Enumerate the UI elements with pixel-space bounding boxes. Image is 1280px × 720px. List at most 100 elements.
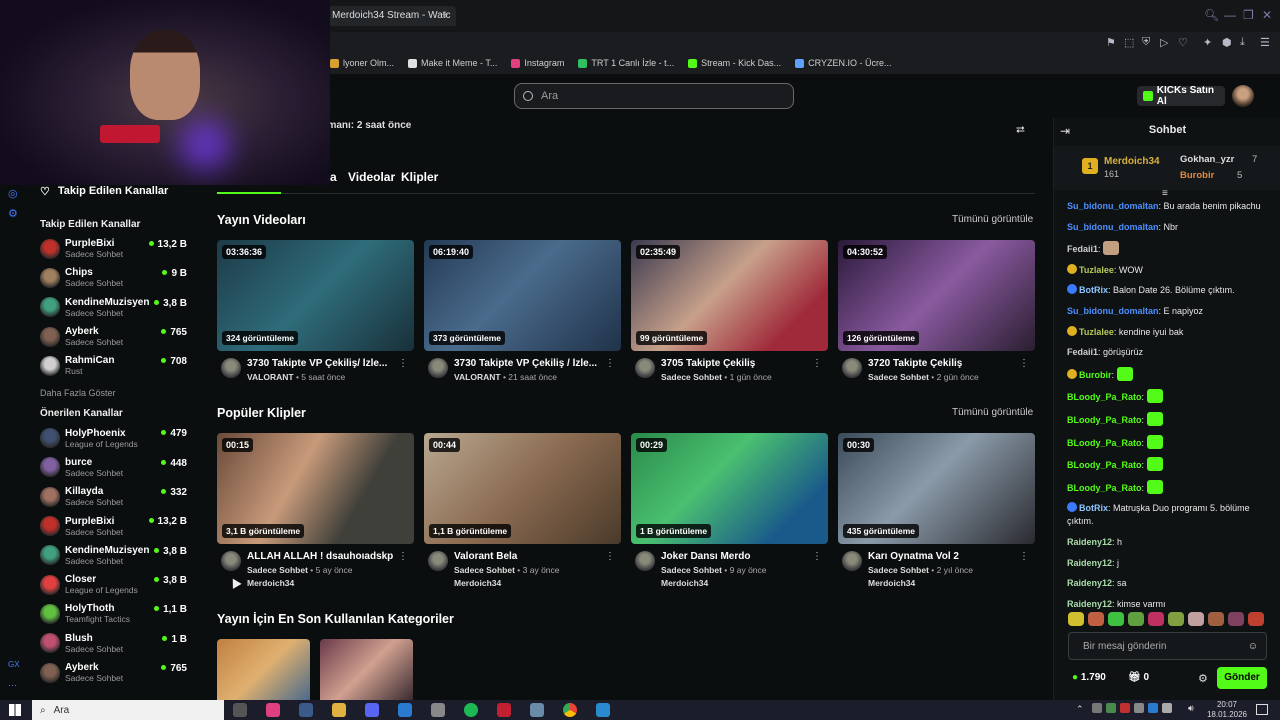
card-title[interactable]: Valorant Bela [454, 551, 604, 562]
videos-see-all-link[interactable]: Tümünü görüntüle [952, 214, 1033, 225]
task-view-icon[interactable] [233, 703, 247, 717]
more-options-icon[interactable]: ⋮ [398, 358, 408, 369]
card-author[interactable]: Merdoich34 [868, 578, 915, 588]
chat-username[interactable]: BLoody_Pa_Rato [1067, 415, 1142, 425]
restore-icon[interactable]: ❐ [1243, 8, 1254, 22]
bookmark-item[interactable]: CRYZEN.IO - Ücre... [795, 58, 891, 68]
sidebar-channel-item[interactable]: PurpleBixi Sadece Sohbet 13,2 B [28, 234, 200, 263]
chat-username[interactable]: BotRix [1079, 285, 1108, 295]
sidebar-channel-item[interactable]: KendineMuzisyen Sadece Sohbet 3,8 B [28, 293, 200, 322]
sidebar-channel-item[interactable]: HolyPhoenix League of Legends 479 [28, 423, 200, 452]
card-thumbnail[interactable]: 06:19:40 373 görüntüleme [424, 240, 621, 351]
taskbar-clock[interactable]: 20:07 18.01.2026 [1205, 700, 1249, 720]
spotify-icon[interactable] [464, 703, 478, 717]
more-options-icon[interactable]: ⋮ [605, 551, 615, 562]
card-category[interactable]: Sadece Sohbet [868, 372, 929, 382]
video-card[interactable]: 06:19:40 373 görüntüleme 3730 Takipte VP Ç… [424, 240, 621, 396]
emote-icon[interactable] [1068, 612, 1084, 626]
category-card[interactable] [320, 639, 413, 700]
chat-username[interactable]: Su_bidonu_domaltan [1067, 306, 1159, 316]
chat-username[interactable]: BLoody_Pa_Rato [1067, 438, 1142, 448]
emote-icon[interactable] [1088, 612, 1104, 626]
tray-chevron-icon[interactable]: ⌃ [1076, 704, 1084, 715]
search-input[interactable]: Ara [514, 83, 794, 109]
clip-card[interactable]: 00:29 1 B görüntüleme Joker Dansı Merdo Sad… [631, 433, 828, 589]
screenshot-icon[interactable]: ⬚ [1124, 36, 1134, 49]
pin-icon[interactable]: ⚑ [1106, 36, 1116, 49]
kicks-balance[interactable]: ● 1.790 [1072, 672, 1106, 683]
mail-icon[interactable] [398, 703, 412, 717]
heart-icon[interactable]: ♡ [1178, 36, 1188, 49]
chat-username[interactable]: BLoody_Pa_Rato [1067, 483, 1142, 493]
steam-icon[interactable] [299, 703, 313, 717]
more-options-icon[interactable]: ⋮ [1019, 551, 1029, 562]
chrome-icon[interactable] [563, 703, 577, 717]
app-icon-3[interactable] [596, 703, 610, 717]
minimize-icon[interactable]: — [1224, 8, 1236, 22]
chat-username[interactable]: Raideny12 [1067, 537, 1112, 547]
bookmark-item[interactable]: TRT 1 Canlı İzle - t... [578, 58, 674, 68]
card-thumbnail[interactable]: 04:30:52 126 görüntüleme [838, 240, 1035, 351]
sidebar-channel-item[interactable]: Blush Sadece Sohbet 1 B [28, 629, 200, 658]
channel-avatar[interactable] [428, 358, 448, 378]
sidebar-following-header[interactable]: ♡ Takip Edilen Kanallar [28, 185, 200, 198]
chat-username[interactable]: BLoody_Pa_Rato [1067, 460, 1142, 470]
sidebar-channel-item[interactable]: Killayda Sadece Sohbet 332 [28, 482, 200, 511]
tray-icon[interactable] [1134, 703, 1144, 713]
show-more-link[interactable]: Daha Fazla Göster [28, 388, 200, 398]
card-thumbnail[interactable]: 00:44 1,1 B görüntüleme [424, 433, 621, 544]
sidebar-channel-item[interactable]: burce Sadece Sohbet 448 [28, 453, 200, 482]
chat-username[interactable]: Raideny12 [1067, 599, 1112, 609]
emote-icon[interactable] [1108, 612, 1124, 626]
more-options-icon[interactable]: ⋮ [1019, 358, 1029, 369]
bookmark-item[interactable]: Stream - Kick Das... [688, 58, 781, 68]
card-thumbnail[interactable]: 00:29 1 B görüntüleme [631, 433, 828, 544]
play-icon[interactable]: ▷ [1160, 36, 1168, 49]
more-icon[interactable]: ⋯ [8, 680, 17, 691]
video-card[interactable]: 04:30:52 126 görüntüleme 3720 Takipte Çeki… [838, 240, 1035, 396]
download-icon[interactable]: ⤓ [1240, 36, 1245, 49]
card-author[interactable]: Merdoich34 [247, 578, 294, 588]
cube-icon[interactable]: ⬢ [1222, 36, 1232, 49]
gifts-counter[interactable]: 🎁︎ 0 [1128, 672, 1149, 683]
category-card[interactable] [217, 639, 310, 700]
sidebar-channel-item[interactable]: Ayberk Sadece Sohbet 765 [28, 658, 200, 687]
clip-card[interactable]: 00:30 435 görüntüleme Karı Oynatma Vol 2 Sa… [838, 433, 1035, 589]
emote-icon[interactable] [1168, 612, 1184, 626]
notifications-icon[interactable] [1256, 704, 1268, 715]
card-category[interactable]: VALORANT [454, 372, 501, 382]
channel-avatar[interactable] [635, 358, 655, 378]
card-thumbnail[interactable]: 03:36:36 324 görüntüleme [217, 240, 414, 351]
bookmark-item[interactable]: lyoner Olm... [330, 58, 394, 68]
tray-icon[interactable] [1120, 703, 1130, 713]
send-button[interactable]: Gönder [1217, 667, 1267, 689]
app-icon-2[interactable] [530, 703, 544, 717]
video-card[interactable]: 03:36:36 324 görüntüleme 3730 Takipte VP Ç… [217, 240, 414, 396]
chat-username[interactable]: Tuzlalee [1079, 327, 1114, 337]
emote-icon[interactable] [1128, 612, 1144, 626]
channel-avatar[interactable] [221, 358, 241, 378]
shield-icon[interactable]: ⛨ [1142, 36, 1150, 49]
card-title[interactable]: ALLAH ALLAH ! dsauhoıadskp [247, 551, 397, 562]
channel-avatar[interactable] [221, 551, 241, 571]
card-title[interactable]: 3705 Takipte Çekiliş [661, 358, 811, 369]
tab-videos[interactable]: Videolar [348, 170, 395, 184]
card-category[interactable]: Sadece Sohbet [454, 565, 515, 575]
browser-tab-active[interactable]: Merdoich34 Stream - Watc [326, 6, 456, 26]
clip-card[interactable]: 00:44 1,1 B görüntüleme Valorant Bela Sadec… [424, 433, 621, 589]
close-icon[interactable]: ✕ [1262, 8, 1272, 22]
volume-icon[interactable]: 🔊︎ [1188, 703, 1194, 714]
search-tabs-icon[interactable]: 🔍︎ [1204, 8, 1219, 22]
card-category[interactable]: VALORANT [247, 372, 294, 382]
chat-username[interactable]: Burobir [1079, 370, 1112, 380]
sidebar-channel-item[interactable]: PurpleBixi Sadece Sohbet 13,2 B [28, 511, 200, 540]
channel-avatar[interactable] [428, 551, 448, 571]
clip-card[interactable]: 00:15 3,1 B görüntüleme ALLAH ALLAH ! dsau… [217, 433, 414, 589]
card-author[interactable]: Merdoich34 [454, 578, 501, 588]
bookmark-item[interactable]: Instagram [511, 58, 564, 68]
menu-icon[interactable]: ☰ [1260, 36, 1270, 49]
more-options-icon[interactable]: ⋮ [605, 358, 615, 369]
card-category[interactable]: Sadece Sohbet [247, 565, 308, 575]
clips-see-all-link[interactable]: Tümünü görüntüle [952, 407, 1033, 418]
chat-username[interactable]: Su_bidonu_domaltan [1067, 222, 1159, 232]
